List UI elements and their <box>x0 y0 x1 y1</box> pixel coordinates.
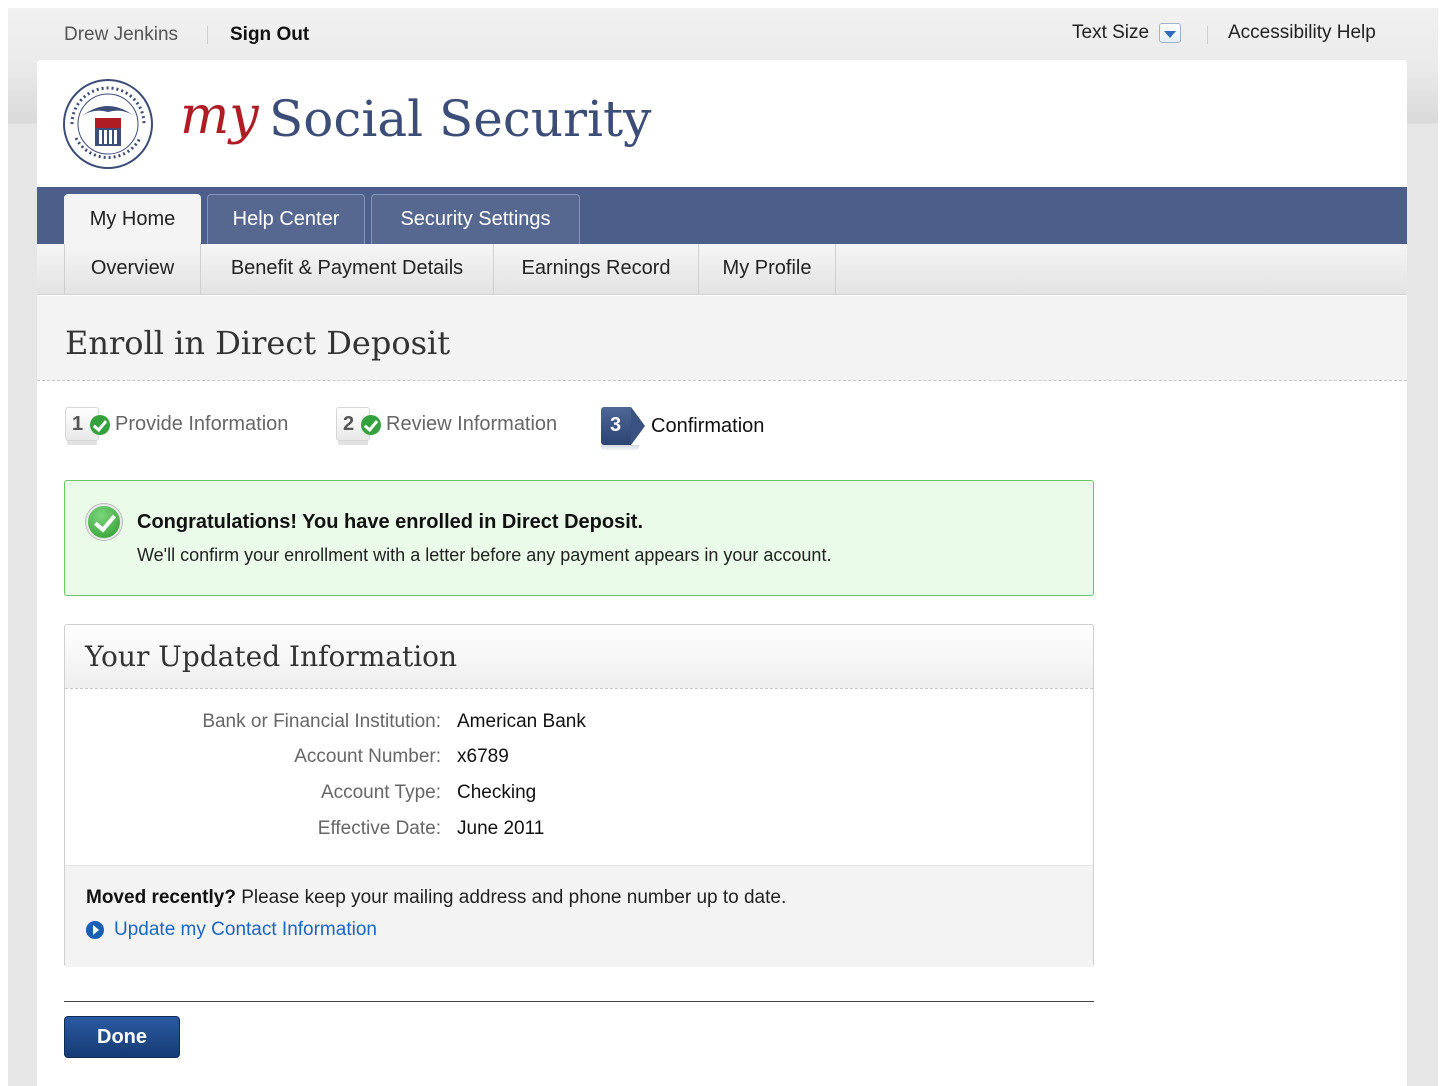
success-message: We'll confirm your enrollment with a let… <box>137 545 832 565</box>
moved-recently-text: Moved recently? Please keep your mailing… <box>86 887 786 909</box>
field-label: Account Number: <box>294 746 441 767</box>
field-label: Bank or Financial Institution: <box>202 711 441 732</box>
done-button[interactable]: Done <box>64 1016 180 1058</box>
panel-header: Your Updated Information <box>65 625 1093 689</box>
step-number-text: 3 <box>601 407 631 445</box>
step-provide-information: 1 Provide Information <box>65 407 288 441</box>
utility-bar: Drew Jenkins Sign Out Text Size Accessib… <box>0 20 1440 48</box>
chevron-down-icon[interactable] <box>1159 23 1182 43</box>
divider <box>64 1001 1094 1002</box>
check-circle-icon <box>90 415 110 435</box>
divider <box>207 26 208 44</box>
check-circle-icon <box>361 415 381 435</box>
field-value: American Bank <box>457 711 586 732</box>
step-number-current: 3 <box>601 407 645 451</box>
brand-header: my Social Security <box>37 60 1407 187</box>
subnav-benefit-payment-details[interactable]: Benefit & Payment Details <box>201 244 494 295</box>
subnav-overview[interactable]: Overview <box>64 244 201 295</box>
progress-steps: 1 Provide Information 2 Review Informati… <box>65 407 865 457</box>
step-shadow <box>601 445 639 451</box>
arrow-right-icon <box>631 407 645 445</box>
step-number: 1 <box>65 407 110 441</box>
field-label: Effective Date: <box>317 818 441 839</box>
tab-security-settings[interactable]: Security Settings <box>371 194 580 244</box>
ssa-seal-icon <box>63 79 153 169</box>
step-number: 2 <box>336 407 381 441</box>
subnav-my-profile[interactable]: My Profile <box>699 244 836 295</box>
moved-recently-message: Please keep your mailing address and pho… <box>241 887 787 908</box>
update-contact-link[interactable]: Update my Contact Information <box>86 919 377 941</box>
success-check-icon <box>86 504 122 540</box>
moved-recently-bold: Moved recently? <box>86 887 236 908</box>
field-label: Account Type: <box>320 782 441 803</box>
step-review-information: 2 Review Information <box>336 407 557 441</box>
divider <box>1207 26 1208 44</box>
field-value: x6789 <box>457 746 509 767</box>
panel-title: Your Updated Information <box>85 640 458 673</box>
arrow-circle-right-icon <box>86 921 104 939</box>
step-label: Provide Information <box>115 412 289 435</box>
success-title: Congratulations! You have enrolled in Di… <box>137 511 643 533</box>
user-name: Drew Jenkins <box>64 24 179 45</box>
update-contact-label[interactable]: Update my Contact Information <box>114 919 377 941</box>
text-size-label: Text Size <box>1072 22 1150 43</box>
page-title: Enroll in Direct Deposit <box>65 324 451 362</box>
field-value: June 2011 <box>457 818 545 839</box>
tab-my-home[interactable]: My Home <box>64 194 201 244</box>
moved-recently-section: Moved recently? Please keep your mailing… <box>65 865 1093 967</box>
field-value: Checking <box>457 782 537 803</box>
tab-help-center[interactable]: Help Center <box>207 194 365 244</box>
subnav-earnings-record[interactable]: Earnings Record <box>494 244 699 295</box>
brand-my: my <box>180 86 259 146</box>
sign-out-link[interactable]: Sign Out <box>230 24 309 46</box>
updated-information-panel: Your Updated Information Bank or Financi… <box>64 624 1094 967</box>
step-number-text: 1 <box>72 412 84 435</box>
brand-name: Social Security <box>269 90 652 148</box>
step-label: Confirmation <box>651 414 765 437</box>
text-size-control[interactable]: Text Size <box>1072 22 1182 44</box>
page-header: Enroll in Direct Deposit <box>37 296 1407 381</box>
sub-navigation: Overview Benefit & Payment Details Earni… <box>37 244 1407 295</box>
step-number-text: 2 <box>343 412 355 435</box>
main-panel: my Social Security My Home Help Center S… <box>37 60 1407 1086</box>
step-label: Review Information <box>386 412 558 435</box>
main-tabs: My Home Help Center Security Settings <box>37 187 1407 244</box>
accessibility-help-link[interactable]: Accessibility Help <box>1228 22 1376 44</box>
success-alert: Congratulations! You have enrolled in Di… <box>64 480 1094 596</box>
step-confirmation: 3 Confirmation <box>601 407 765 451</box>
